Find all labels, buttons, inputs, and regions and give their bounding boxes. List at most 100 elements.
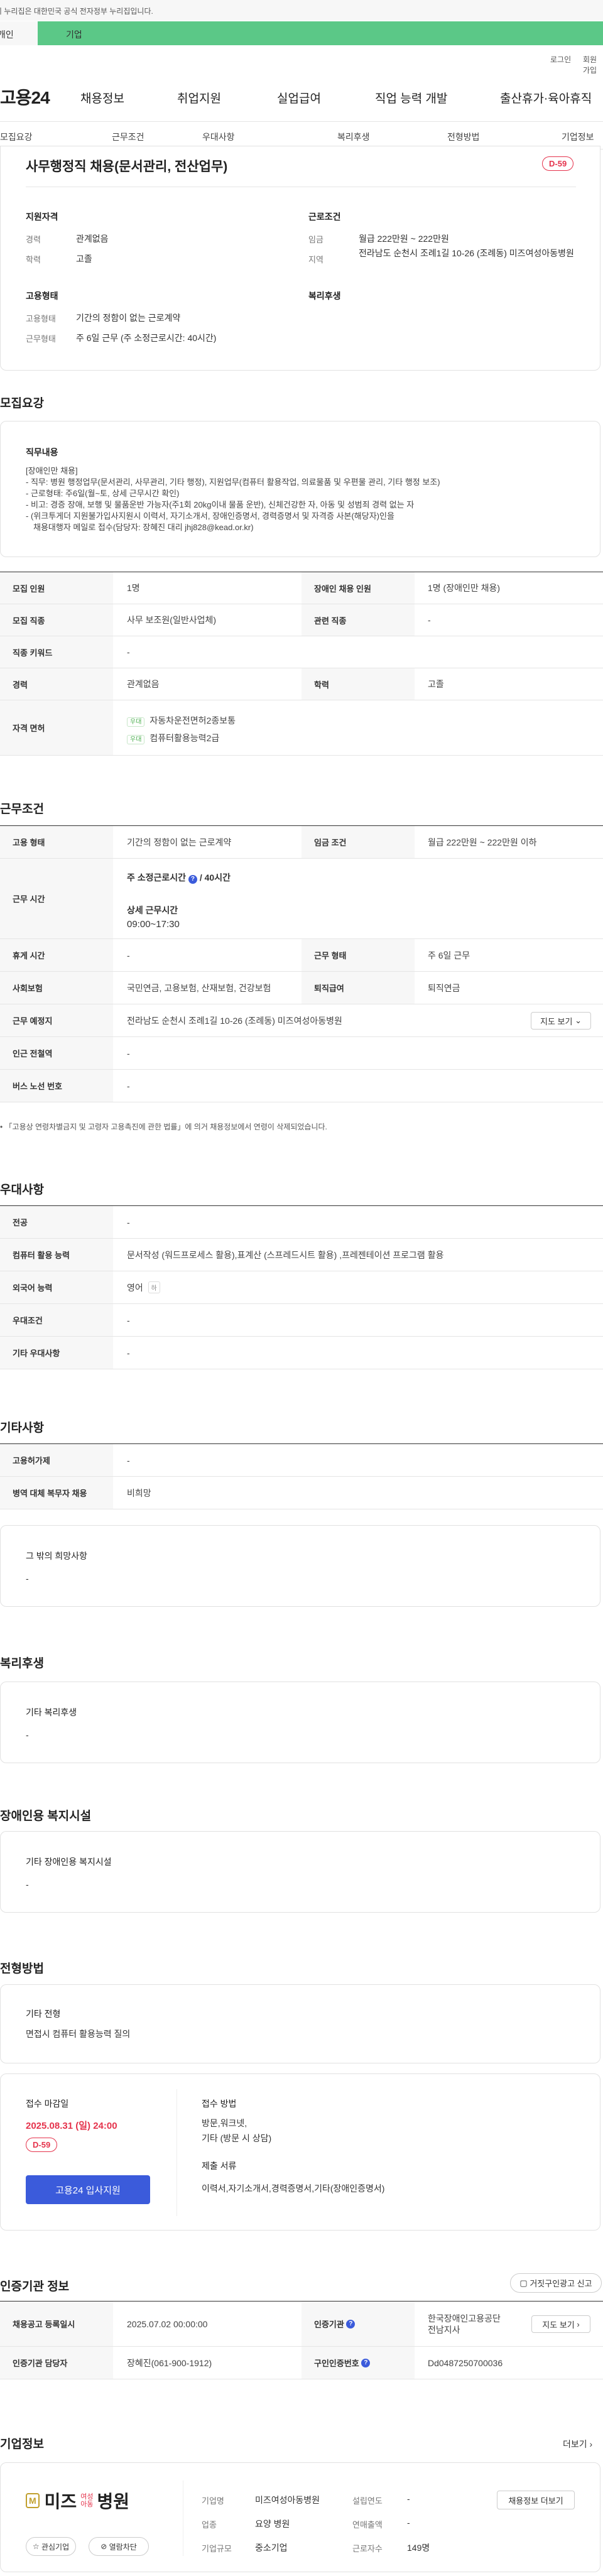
- company-jobs-button[interactable]: 채용정보 더보기: [497, 2491, 575, 2509]
- subnav-company[interactable]: 기업정보: [562, 131, 594, 143]
- table-header-cell: 버스 노선 번호: [0, 1070, 113, 1102]
- apply-button[interactable]: 고용24 입사지원: [26, 2175, 150, 2204]
- edu-label: 학력: [26, 255, 41, 264]
- welfare-heading: 복리후생: [308, 291, 341, 301]
- table-row: 인근 전철역 -: [0, 1037, 603, 1070]
- subnav-selection[interactable]: 전형방법: [447, 131, 480, 143]
- table-header-cell: 자격 면허: [0, 700, 113, 755]
- document-icon: ▢: [519, 2278, 528, 2288]
- info-icon[interactable]: ?: [361, 2358, 371, 2367]
- gnb-training[interactable]: 직업 능력 개발: [375, 89, 447, 106]
- gnb-unemployment[interactable]: 실업급여: [277, 89, 321, 106]
- table-row: 병역 대체 복무자 채용 비희망: [0, 1477, 603, 1509]
- table-cell: 퇴직연금: [428, 982, 460, 993]
- wage-value: 월급 222만원 ~ 222만원: [359, 234, 449, 244]
- table-row: 채용공고 등록일시 2025.07.02 00:00:00 인증기관 ? 한국장애…: [0, 2302, 603, 2347]
- info-icon[interactable]: ?: [188, 875, 197, 884]
- gov-notice: 이 누리집은 대한민국 공식 전자정부 누리집입니다.: [0, 0, 603, 21]
- deadline-date: 2025.08.31 (일) 24:00: [26, 2121, 117, 2131]
- job-desc-text: [장애인만 채용] - 직무: 병원 행정업무(문서관리, 사무관리, 기타 행정…: [26, 466, 440, 532]
- table-cell: 관계없음: [127, 679, 160, 689]
- table-header-cell: 채용공고 등록일시: [0, 2302, 113, 2346]
- preference-table: 전공 - 컴퓨터 활용 능력 문서작성 (워드프로세스 활용),표계산 (스프레드시…: [0, 1205, 603, 1370]
- table-row: 외국어 능력 영어 하: [0, 1271, 603, 1304]
- company-logo: M 미즈 여성 아동 병원: [26, 2488, 129, 2513]
- login-link[interactable]: 로그인: [550, 54, 571, 65]
- table-cell: 1명: [127, 583, 140, 593]
- table-cell: -: [127, 1080, 130, 1091]
- area-value: 전라남도 순천시 조례1길 10-26 (조례동) 미즈여성아동병원: [359, 248, 574, 258]
- section-title-recruit: 모집요강: [0, 397, 44, 410]
- table-cell: 기간의 정함이 없는 근로계약: [127, 837, 232, 847]
- table-cell: 전라남도 순천시 조례1길 10-26 (조례동) 미즈여성아동병원: [127, 1015, 342, 1026]
- section-title-disability: 장애인용 복지시설: [0, 1810, 92, 1823]
- table-row: 모집 직종 사무 보조원(일반사업체) 관련 직종 -: [0, 604, 603, 636]
- wage-label: 임금: [308, 235, 323, 244]
- exp-value: 관계없음: [76, 234, 109, 244]
- table-row: 근무 시간 주 소정근로시간 ? / 40시간 상세 근무시간 09:00~17…: [0, 859, 603, 939]
- gnb-employment-support[interactable]: 취업지원: [177, 89, 221, 106]
- cert-map-button[interactable]: 지도 보기 ›: [531, 2315, 590, 2333]
- table-header-cell: 근무 형태: [302, 939, 415, 971]
- table-header-cell: 외국어 능력: [0, 1271, 113, 1303]
- table-header-cell: 우대조건: [0, 1304, 113, 1336]
- table-cell: -: [428, 615, 431, 625]
- table-row: 휴게 시간 - 근무 형태 주 6일 근무: [0, 939, 603, 972]
- qualification-heading: 지원자격: [26, 212, 58, 222]
- info-icon[interactable]: ?: [346, 2319, 356, 2329]
- report-ad-button[interactable]: ▢ 거짓구인광고 신고: [510, 2273, 602, 2293]
- table-cell: 비희망: [127, 1487, 151, 1498]
- table-header-cell: 임금 조건: [302, 826, 415, 858]
- table-header-cell: 휴게 시간: [0, 939, 113, 971]
- gnb-jobs[interactable]: 채용정보: [80, 89, 124, 106]
- block-view-button[interactable]: ⊘ 열람차단: [89, 2537, 149, 2556]
- table-header-cell: 직종 키워드: [0, 636, 113, 668]
- table-header-cell: 근무 시간: [0, 859, 113, 938]
- table-header-cell: 인증기관 담당자: [0, 2347, 113, 2379]
- section-title-preference: 우대사항: [0, 1183, 44, 1197]
- table-cell: -: [127, 950, 130, 960]
- employment-heading: 고용형태: [26, 291, 58, 301]
- table-cell: 영어 하: [127, 1271, 160, 1303]
- map-button[interactable]: 지도 보기 ⌄: [531, 1012, 591, 1030]
- table-row: 기타 우대사항 -: [0, 1337, 603, 1369]
- summary-card: 사무행정직 채용(문서관리, 전산업무) D-59 지원자격 경력 관계없음 학…: [0, 146, 600, 371]
- gnb-parental-leave[interactable]: 출산휴가·육아휴직: [500, 89, 592, 106]
- table-cell: -: [127, 1217, 130, 1227]
- subnav-preference[interactable]: 우대사항: [202, 131, 235, 143]
- tab-company[interactable]: 기업: [38, 21, 603, 45]
- chevron-right-icon: ›: [577, 2319, 580, 2329]
- table-cell: 2025.07.02 00:00:00: [127, 2318, 208, 2329]
- site-logo[interactable]: 고용24: [0, 84, 50, 109]
- age-notice: • 「고용상 연령차별금지 및 고령자 고용촉진에 관한 법률」에 의거 채용정…: [0, 1122, 327, 1131]
- table-cell: -: [127, 1455, 130, 1465]
- section-title-conditions: 근무조건: [0, 803, 44, 816]
- section-title-etc: 기타사항: [0, 1421, 44, 1435]
- table-cell: -: [127, 647, 130, 657]
- table-cell: Dd0487250700036: [428, 2357, 503, 2368]
- tab-personal[interactable]: 개인: [0, 21, 38, 45]
- section-title-cert: 인증기관 정보: [0, 2280, 70, 2293]
- table-header-cell: 기타 우대사항: [0, 1337, 113, 1369]
- signup-link[interactable]: 회원가입: [583, 54, 603, 75]
- table-row: 우대조건 -: [0, 1304, 603, 1337]
- welfare-box: 기타 복리후생 -: [0, 1682, 600, 1763]
- section-title-selection: 전형방법: [0, 1962, 44, 1975]
- disability-box: 기타 장애인용 복지시설 -: [0, 1831, 600, 1913]
- etc-table: 고용허가제 - 병역 대체 복무자 채용 비희망: [0, 1443, 603, 1510]
- table-row: 인증기관 담당자 장혜진(061-900-1912) 구인인증번호 ? Dd048…: [0, 2347, 603, 2379]
- table-cell: 문서작성 (워드프로세스 활용),표계산 (스프레드시트 활용) ,프레젠테이션…: [127, 1249, 444, 1260]
- hours-value: 주 6일 근무 (주 소정근로시간: 40시간): [76, 333, 217, 343]
- more-link[interactable]: 더보기 ›: [563, 2438, 592, 2450]
- table-row: 컴퓨터 활용 능력 문서작성 (워드프로세스 활용),표계산 (스프레드시트 활용…: [0, 1239, 603, 1271]
- table-header-cell: 컴퓨터 활용 능력: [0, 1239, 113, 1271]
- favorite-company-button[interactable]: ☆ 관심기업: [26, 2537, 76, 2556]
- type-value: 기간의 정함이 없는 근로계약: [76, 313, 181, 323]
- subnav-welfare[interactable]: 복리후생: [337, 131, 370, 143]
- star-icon: ☆: [32, 2542, 40, 2551]
- table-row: 사회보험 국민연금, 고용보험, 산재보험, 건강보험 퇴직급여 퇴직연금: [0, 972, 603, 1004]
- selection-box: 기타 전형 면접시 컴퓨터 활용능력 질의: [0, 1984, 600, 2063]
- subnav-recruit[interactable]: 모집요강: [0, 131, 33, 143]
- subnav-conditions[interactable]: 근무조건: [112, 131, 144, 143]
- table-row: 자격 면허 우대 자동차운전면허2종보통 우대 컴퓨터활용능력2급: [0, 700, 603, 756]
